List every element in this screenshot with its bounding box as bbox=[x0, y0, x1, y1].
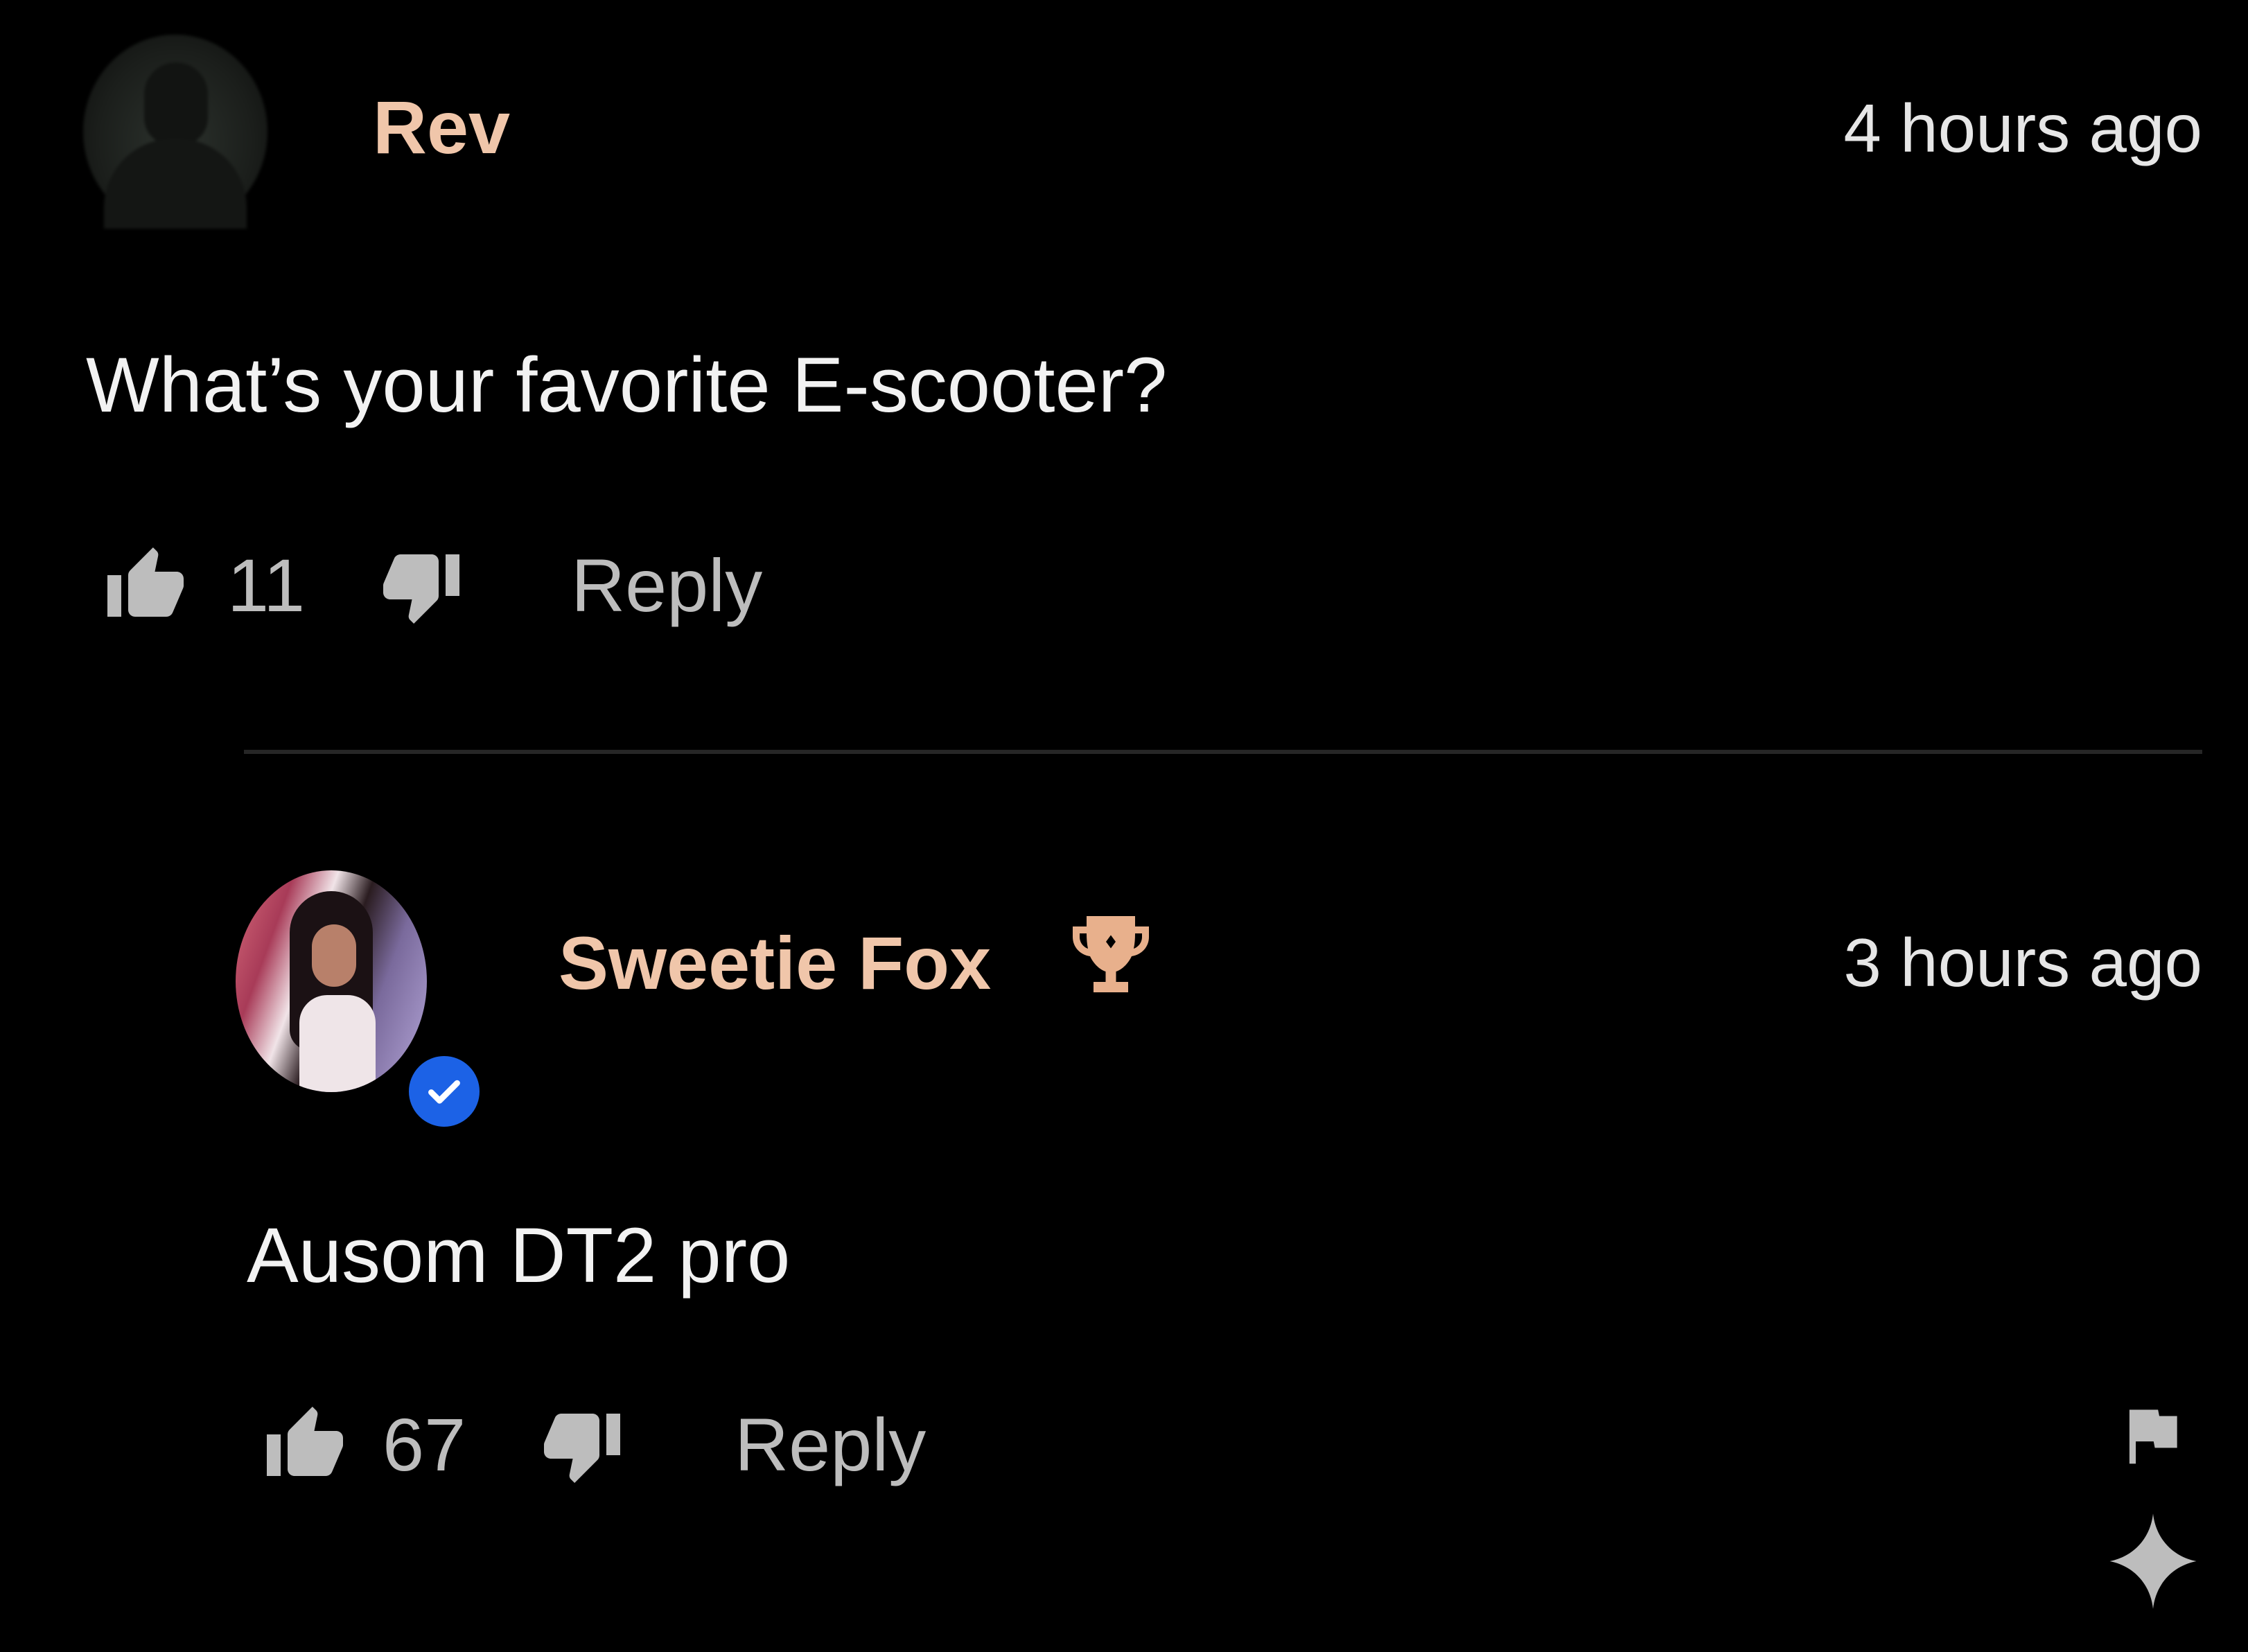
trophy-icon bbox=[1073, 916, 1149, 992]
thumbs-up-icon bbox=[107, 547, 184, 617]
reply-author-name[interactable]: Sweetie Fox bbox=[559, 926, 991, 1001]
thumbs-up-icon bbox=[267, 1407, 343, 1476]
like-button[interactable] bbox=[263, 1403, 346, 1486]
thread-divider bbox=[244, 750, 2202, 754]
avatar-silhouette-head bbox=[144, 62, 208, 146]
reply-text: Ausom DT2 pro bbox=[247, 1212, 791, 1299]
comment-timestamp: 4 hours ago bbox=[1843, 90, 2202, 166]
reply-action-bar: 67 Reply bbox=[263, 1379, 926, 1511]
avatar[interactable] bbox=[83, 35, 267, 229]
sparkle-icon bbox=[2109, 1513, 2197, 1609]
comment-text: What’s your favorite E-scooter? bbox=[86, 342, 1168, 428]
like-button[interactable] bbox=[104, 544, 187, 627]
flag-icon[interactable] bbox=[2114, 1397, 2190, 1473]
like-count: 67 bbox=[383, 1403, 466, 1486]
avatar-silhouette-body bbox=[104, 139, 247, 229]
checkmark-icon bbox=[428, 1080, 460, 1104]
comment-action-bar: 11 Reply bbox=[104, 527, 762, 644]
avatar-clothing bbox=[299, 995, 376, 1092]
dislike-button[interactable] bbox=[380, 544, 463, 627]
reply-timestamp: 3 hours ago bbox=[1843, 924, 2202, 1001]
dislike-button[interactable] bbox=[541, 1403, 624, 1486]
thumbs-down-icon bbox=[383, 554, 460, 624]
comment-author-name[interactable]: Rev bbox=[373, 90, 510, 165]
thumbs-down-icon bbox=[544, 1414, 621, 1483]
like-count: 11 bbox=[227, 543, 306, 627]
reply-button[interactable]: Reply bbox=[571, 548, 762, 623]
reply-button[interactable]: Reply bbox=[735, 1407, 926, 1482]
verified-badge bbox=[402, 1049, 486, 1134]
avatar-face bbox=[312, 924, 356, 987]
avatar[interactable] bbox=[236, 870, 427, 1092]
